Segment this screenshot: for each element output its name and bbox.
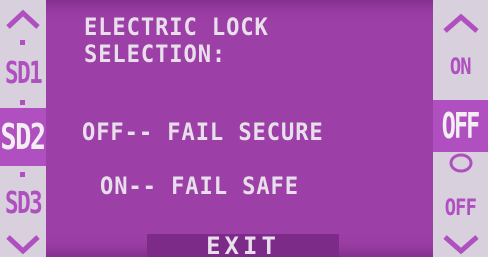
sd1-label: SD1 <box>4 55 43 91</box>
right-scroll-down-button[interactable] <box>433 230 488 257</box>
off-label: OFF <box>444 195 477 221</box>
off-button[interactable]: OFF <box>433 188 488 228</box>
exit-label: EXIT <box>206 232 280 257</box>
current-value-display[interactable]: OFF <box>433 100 488 152</box>
sd2-label: SD2 <box>0 116 47 158</box>
title-line-2: SELECTION: <box>84 40 227 68</box>
left-scroll-up-button[interactable] <box>0 4 46 34</box>
left-softkey-column: SD1 SD2 SD3 <box>0 0 47 257</box>
state-indicator <box>433 148 488 178</box>
chevron-up-icon <box>442 13 479 33</box>
chevron-down-icon <box>6 234 40 254</box>
option-on-text: ON-- FAIL SAFE <box>100 172 299 200</box>
screen-title: ELECTRIC LOCK SELECTION: <box>84 14 269 68</box>
chevron-down-icon <box>442 234 479 254</box>
on-button[interactable]: ON <box>433 44 488 90</box>
separator-dot <box>20 40 25 45</box>
sd3-label: SD3 <box>4 185 43 221</box>
left-scroll-down-button[interactable] <box>0 230 46 257</box>
on-label: ON <box>450 54 472 80</box>
title-line-1: ELECTRIC LOCK <box>84 13 269 41</box>
chevron-up-icon <box>6 9 40 29</box>
current-value-label: OFF <box>442 105 480 147</box>
separator-dot <box>20 100 25 105</box>
lcd-screen: SD1 SD2 SD3 ELECTRIC LOCK SELECTION: OFF… <box>0 0 488 257</box>
sd2-button[interactable]: SD2 <box>0 108 47 166</box>
right-softkey-column: ON OFF OFF <box>433 0 488 257</box>
option-off-text: OFF-- FAIL SECURE <box>82 118 324 146</box>
sd3-button[interactable]: SD3 <box>0 180 46 226</box>
circle-icon <box>449 153 472 173</box>
sd1-button[interactable]: SD1 <box>0 50 46 96</box>
right-scroll-up-button[interactable] <box>433 8 488 38</box>
separator-dot <box>20 172 25 177</box>
